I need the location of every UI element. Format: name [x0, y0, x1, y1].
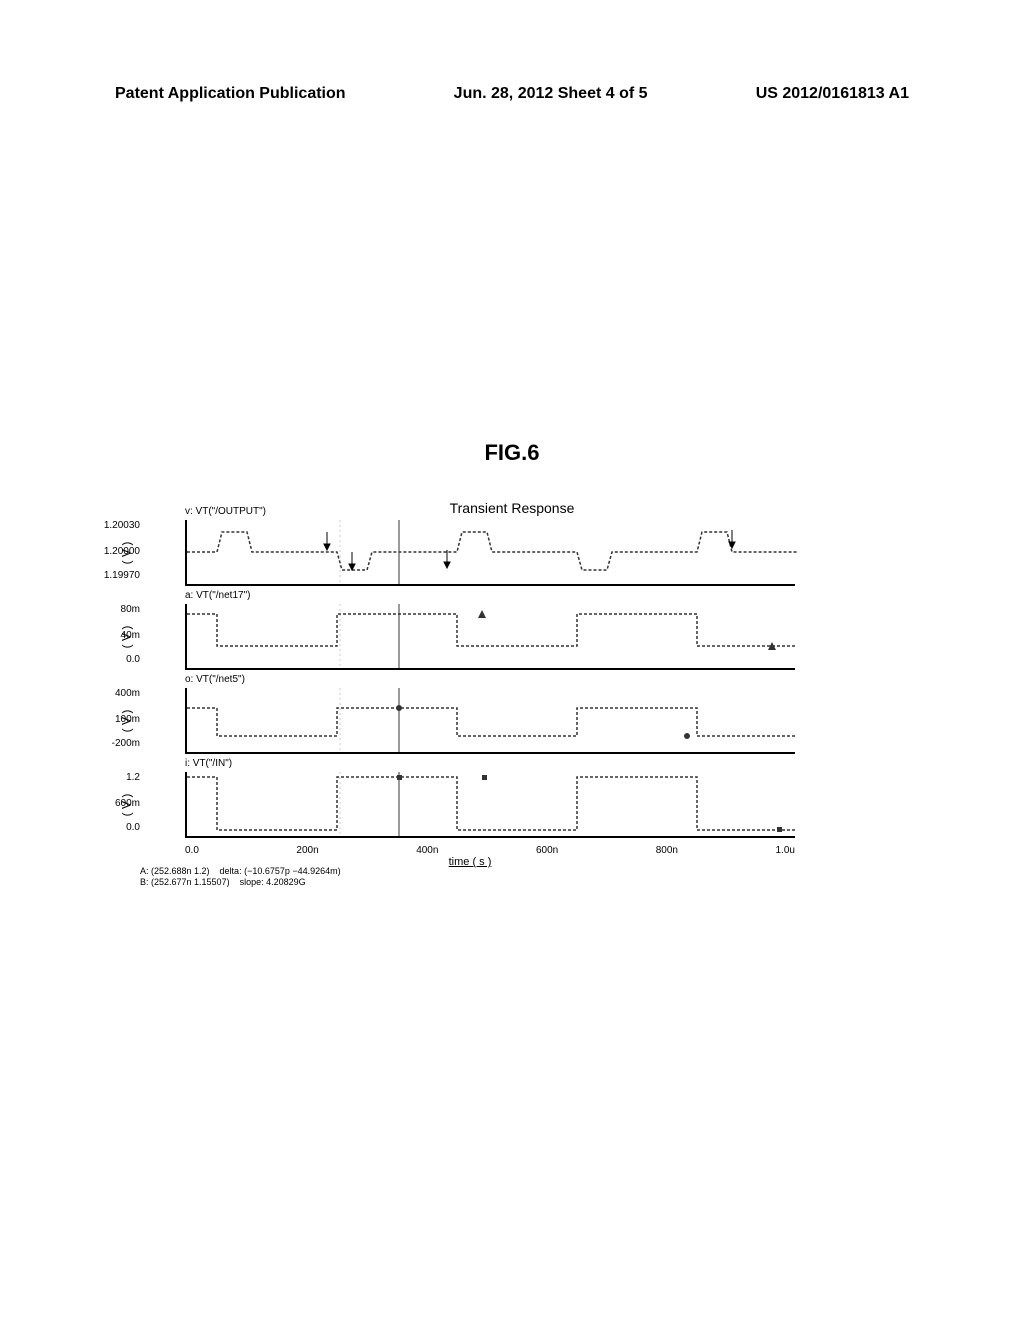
header-center: Jun. 28, 2012 Sheet 4 of 5	[454, 85, 648, 103]
trace-label: a: VT("/net17")	[185, 590, 250, 601]
chart-area: v: VT("/OUTPUT") ( V ) 1.20030 1.20000 1…	[145, 520, 795, 842]
header-left: Patent Application Publication	[115, 85, 346, 103]
ytick: 80m	[100, 604, 140, 615]
xtick: 400n	[416, 845, 438, 856]
ytick: 100m	[100, 714, 140, 725]
ytick: 1.19970	[100, 570, 140, 581]
subplot-net5: o: VT("/net5") ( V ) 400m 100m -200m	[145, 688, 795, 754]
trace-label: i: VT("/IN")	[185, 758, 232, 769]
plot-box	[185, 772, 795, 838]
xtick: 200n	[296, 845, 318, 856]
subplot-net17: a: VT("/net17") ( V ) 80m 40m 0.0	[145, 604, 795, 670]
ytick: 1.20030	[100, 520, 140, 531]
plot-box	[185, 688, 795, 754]
footer-notes: A: (252.688n 1.2) delta: (−10.6757p −44.…	[140, 866, 341, 888]
ytick: 0.0	[100, 654, 140, 665]
trace-label: o: VT("/net5")	[185, 674, 245, 685]
ytick: -200m	[100, 738, 140, 749]
plot-svg	[187, 688, 797, 752]
plot-svg	[187, 604, 797, 668]
plot-svg	[187, 772, 797, 836]
header-right: US 2012/0161813 A1	[756, 85, 909, 103]
plot-box	[185, 604, 795, 670]
x-axis-label: time ( s )	[449, 856, 492, 868]
ytick: 1.2	[100, 772, 140, 783]
page-header: Patent Application Publication Jun. 28, …	[115, 85, 909, 103]
subplot-in: i: VT("/IN") ( V ) 1.2 600m 0.0 0.0 200n…	[145, 772, 795, 838]
figure-title: FIG.6	[0, 440, 1024, 466]
xtick: 600n	[536, 845, 558, 856]
plot-box	[185, 520, 795, 586]
chart-title: Transient Response	[0, 500, 1024, 516]
ytick: 0.0	[100, 822, 140, 833]
ytick: 400m	[100, 688, 140, 699]
xtick: 0.0	[185, 845, 199, 856]
trace-label: v: VT("/OUTPUT")	[185, 506, 266, 517]
ytick: 1.20000	[100, 546, 140, 557]
xtick: 1.0u	[775, 845, 794, 856]
subplot-output: v: VT("/OUTPUT") ( V ) 1.20030 1.20000 1…	[145, 520, 795, 586]
x-ticks: 0.0 200n 400n 600n 800n 1.0u	[185, 845, 795, 856]
ytick: 40m	[100, 630, 140, 641]
plot-svg	[187, 520, 797, 584]
xtick: 800n	[656, 845, 678, 856]
ytick: 600m	[100, 798, 140, 809]
